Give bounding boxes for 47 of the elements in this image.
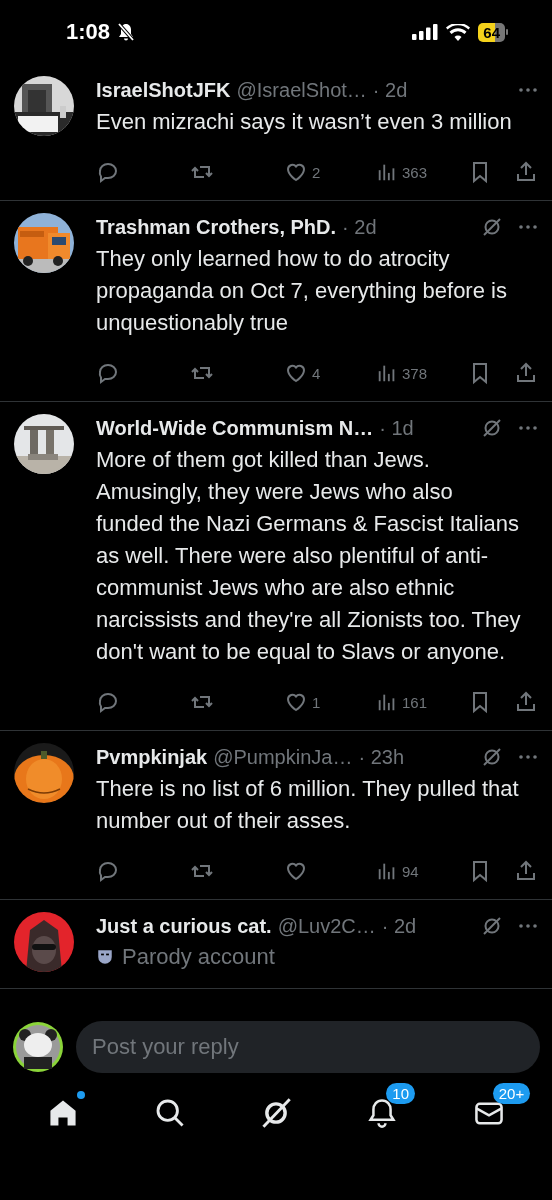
like-count: 1 bbox=[312, 693, 321, 711]
more-icon[interactable] bbox=[518, 425, 538, 431]
count-badge: 20+ bbox=[492, 1083, 531, 1104]
post-time: · 2d bbox=[372, 78, 408, 102]
author-name[interactable]: Trashman Crothers, PhD. bbox=[96, 215, 337, 239]
more-icon[interactable] bbox=[518, 224, 538, 230]
post-time: · 1d bbox=[379, 416, 414, 440]
like-count: 4 bbox=[312, 364, 321, 382]
post-text: They only learned how to do atrocity propaganda on Oct 7, everything before is unquestionably true bbox=[96, 245, 508, 337]
muted-bell-icon bbox=[116, 22, 137, 42]
share-icon[interactable] bbox=[514, 690, 538, 714]
more-icon[interactable] bbox=[518, 923, 538, 929]
view-count: 363 bbox=[402, 163, 428, 181]
author-name[interactable]: World-Wide Communism N… bbox=[96, 416, 374, 440]
author-name[interactable]: IsraelShotJFK bbox=[96, 78, 231, 102]
post-text: There is no list of 6 million. They pulled that number out of their asses. bbox=[96, 775, 520, 835]
reply-icon[interactable] bbox=[96, 361, 120, 385]
status-time: 1:08 bbox=[66, 19, 111, 45]
more-icon[interactable] bbox=[518, 754, 538, 760]
post-text: More of them got killed than Jews. Amusingly, they were Jews who also funded the Nazi Germans & Fascist Italians as well. There were also plentiful of anti-communist Jews who are also ethnic narcissists and they're all Zionists too. They don't want to be equal to Slavs or anyone. bbox=[96, 446, 522, 666]
share-icon[interactable] bbox=[514, 859, 538, 883]
like-count: 2 bbox=[312, 163, 321, 181]
view-count: 161 bbox=[402, 693, 428, 711]
share-icon[interactable] bbox=[514, 361, 538, 385]
signal-icon bbox=[412, 24, 439, 40]
view-count: 94 bbox=[402, 862, 419, 880]
post-time: · 2d bbox=[342, 215, 377, 239]
reply-icon[interactable] bbox=[96, 859, 120, 883]
battery-indicator: 64 bbox=[478, 22, 508, 42]
author-handle: @PumpkinJa… bbox=[213, 745, 353, 769]
reply-icon[interactable] bbox=[96, 160, 120, 184]
more-icon[interactable] bbox=[518, 87, 538, 93]
count-badge: 10 bbox=[386, 1083, 416, 1104]
parody-label: Parody account bbox=[122, 944, 275, 970]
author-name[interactable]: Just a curious cat. bbox=[96, 914, 272, 938]
post-time: · 2d bbox=[381, 914, 417, 938]
post-text: Even mizrachi says it wasn’t even 3 million bbox=[96, 108, 513, 136]
view-count: 378 bbox=[402, 364, 428, 382]
reply-field[interactable]: Post your reply bbox=[76, 1021, 540, 1073]
author-handle: @IsraelShot… bbox=[236, 78, 367, 102]
reply-icon[interactable] bbox=[96, 690, 120, 714]
mask-icon bbox=[96, 948, 114, 966]
post-time: · 23h bbox=[358, 745, 404, 769]
wifi-icon bbox=[446, 23, 471, 41]
author-handle: @Luv2C… bbox=[277, 914, 376, 938]
author-name[interactable]: Pvmpkinjak bbox=[96, 745, 208, 769]
share-icon[interactable] bbox=[514, 160, 538, 184]
